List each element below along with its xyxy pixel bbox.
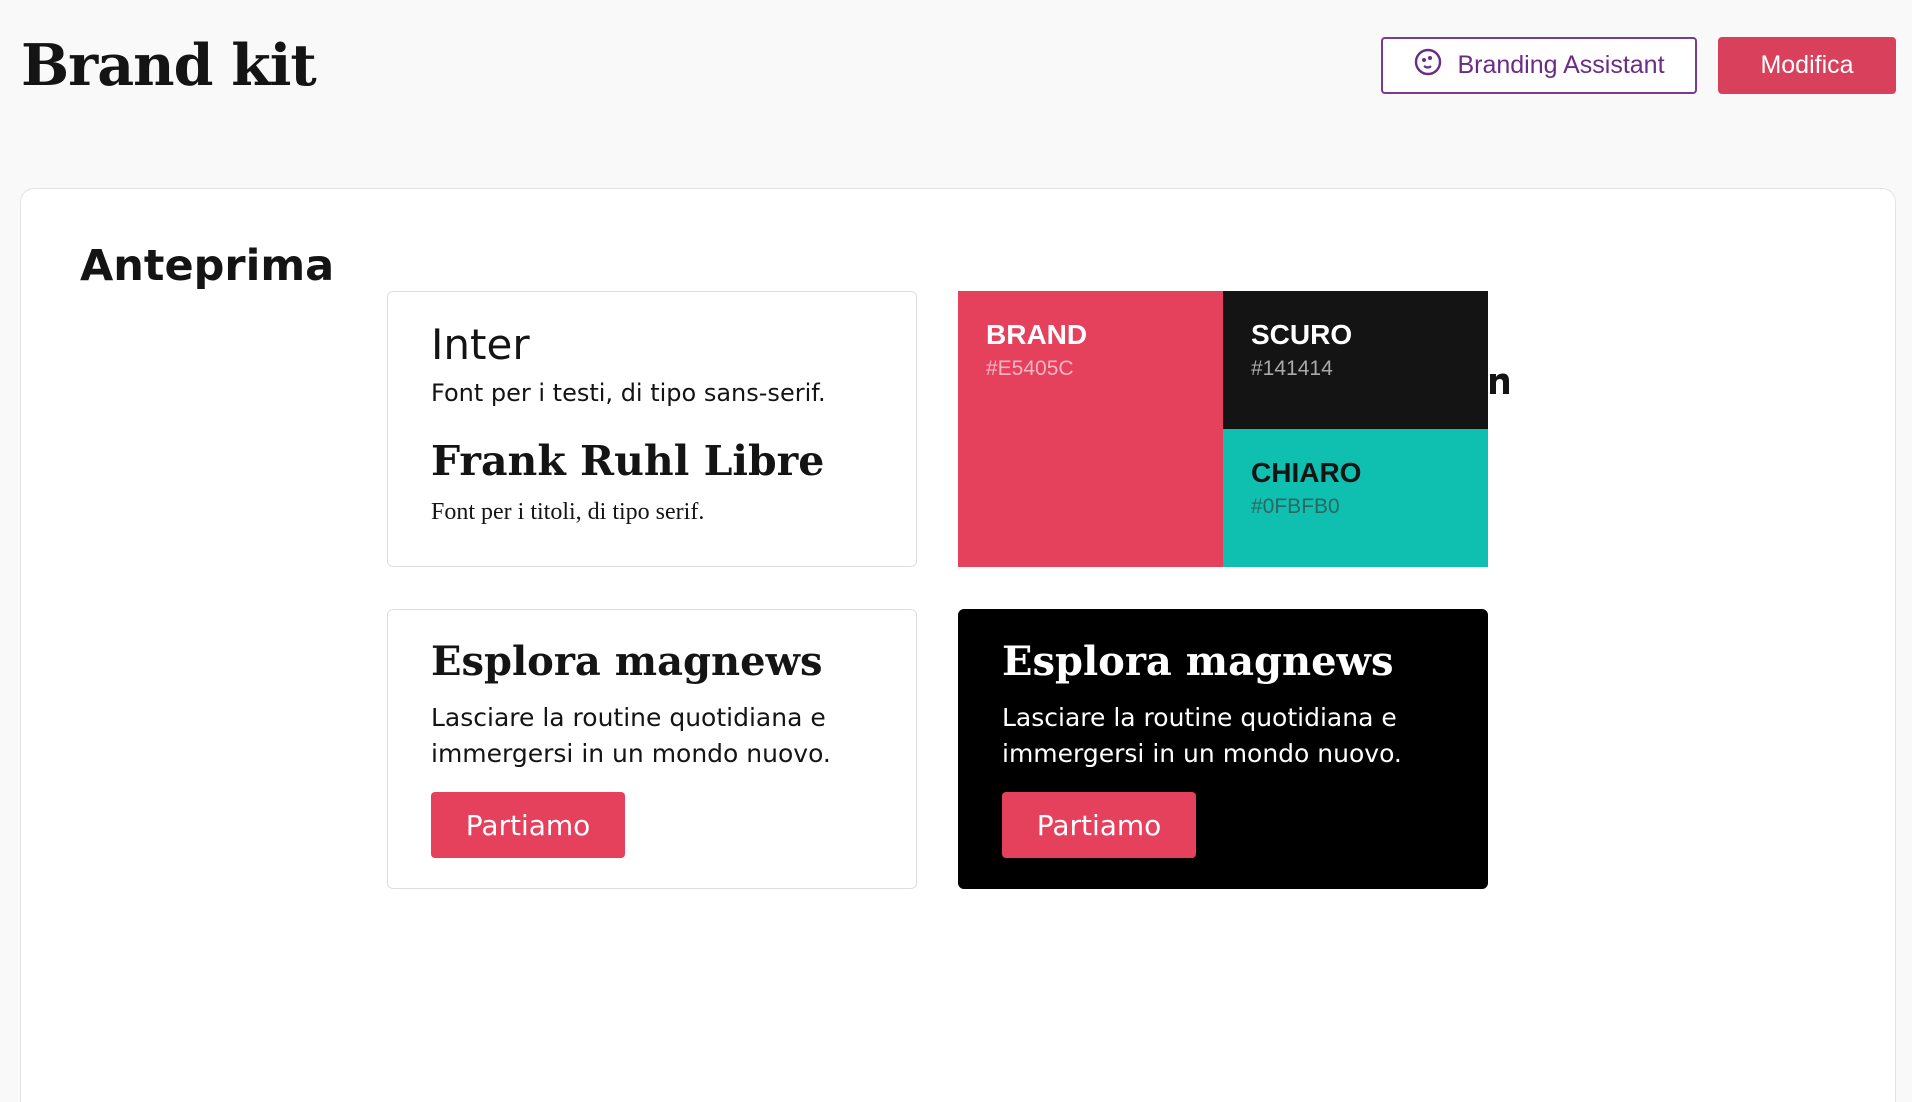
body-font-name: Inter <box>431 320 530 369</box>
branding-assistant-label: Branding Assistant <box>1457 51 1665 79</box>
swatch-dark: SCURO #141414 <box>1223 291 1488 429</box>
swatch-dark-name: SCURO <box>1251 319 1353 350</box>
heading-font-name: Frank Ruhl Libre <box>431 437 825 485</box>
heading-font-description: Font per i titoli, di tipo serif. <box>431 499 705 525</box>
page-title: Brand kit <box>21 32 317 99</box>
edit-button[interactable]: Modifica <box>1718 37 1896 94</box>
swatch-dark-hex: #141414 <box>1251 357 1333 380</box>
promo-light-button[interactable]: Partiamo <box>431 792 625 858</box>
promo-card-dark: Esplora magnews Lasciare la routine quot… <box>958 609 1488 889</box>
promo-light-text: Lasciare la routine quotidiana e immerge… <box>431 703 831 768</box>
palette-icon <box>1413 47 1443 84</box>
branding-assistant-button[interactable]: Branding Assistant <box>1381 37 1697 94</box>
swatch-light-hex: #0FBFB0 <box>1251 495 1340 518</box>
swatch-brand-name: BRAND <box>986 319 1088 350</box>
preview-title: Anteprima <box>80 241 335 291</box>
fonts-card: Inter Font per i testi, di tipo sans-ser… <box>387 291 917 567</box>
swatch-light: CHIARO #0FBFB0 <box>1223 429 1488 567</box>
promo-card-light: Esplora magnews Lasciare la routine quot… <box>387 609 917 889</box>
promo-dark-title: Esplora magnews <box>1002 638 1394 685</box>
promo-dark-button[interactable]: Partiamo <box>1002 792 1196 858</box>
swatch-brand-hex: #E5405C <box>986 357 1074 380</box>
color-swatches: BRAND #E5405C SCURO #141414 CHIARO #0FBF… <box>958 291 1488 567</box>
swatch-brand: BRAND #E5405C <box>958 291 1223 567</box>
promo-light-title: Esplora magnews <box>431 638 823 685</box>
swatch-light-name: CHIARO <box>1251 457 1362 488</box>
promo-dark-text: Lasciare la routine quotidiana e immerge… <box>1002 703 1402 768</box>
body-font-description: Font per i testi, di tipo sans-serif. <box>431 379 826 407</box>
